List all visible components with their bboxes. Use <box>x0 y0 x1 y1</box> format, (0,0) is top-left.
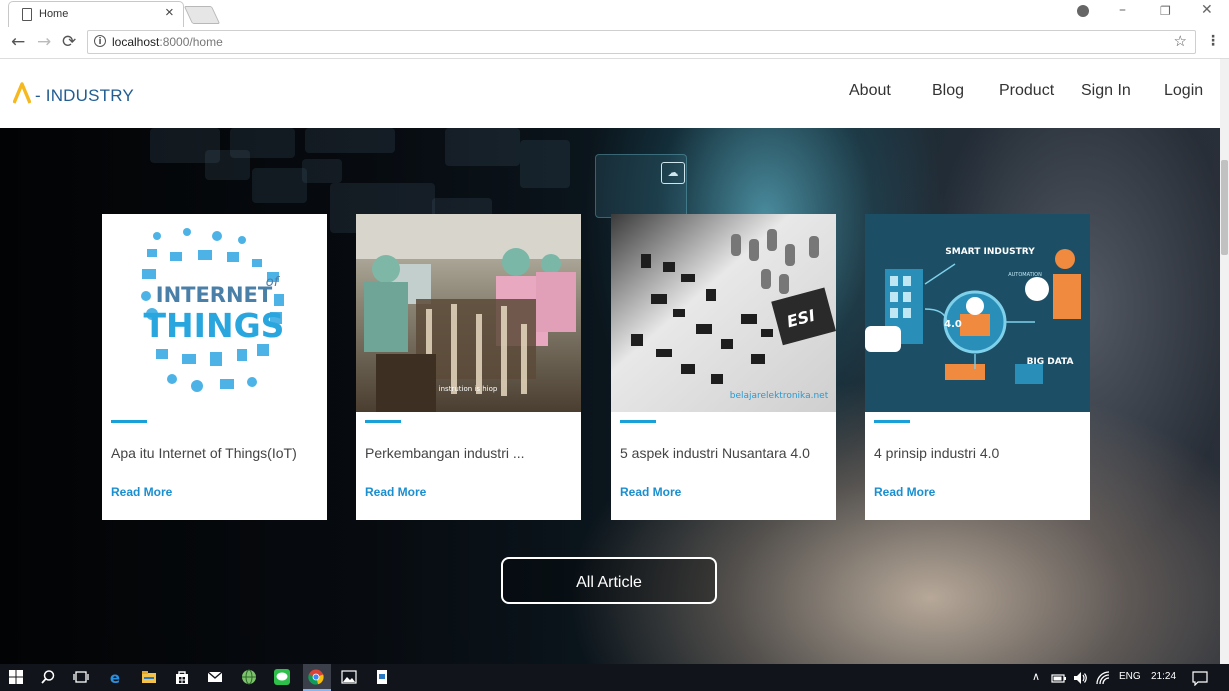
chrome-icon[interactable] <box>308 669 324 685</box>
card-accent-line <box>620 420 656 423</box>
reload-button[interactable]: ⟳ <box>62 32 76 52</box>
smart-version: 4.0 <box>944 319 962 330</box>
new-tab-button[interactable] <box>183 6 221 24</box>
forward-button[interactable]: → <box>37 32 51 52</box>
iot-word-things: THINGS <box>144 306 285 345</box>
back-button[interactable]: ← <box>11 32 25 52</box>
browser-tab-home[interactable]: Home × <box>8 1 184 28</box>
iot-word-internet: INTERNET <box>156 283 273 307</box>
notifications-icon[interactable] <box>1192 670 1208 686</box>
address-bar[interactable]: i localhost:8000/home ☆ <box>87 30 1196 54</box>
mail-icon[interactable] <box>207 669 223 685</box>
hero-decor-tile <box>520 140 570 188</box>
tab-title: Home <box>39 8 69 20</box>
cloud-icon: ☁ <box>661 162 685 184</box>
smart-industry-title: SMART INDUSTRY <box>945 247 1035 257</box>
minimize-button[interactable]: – <box>1119 2 1126 18</box>
page-viewport: - INDUSTRY About Blog Product Sign In Lo… <box>0 59 1220 664</box>
read-more-link[interactable]: Read More <box>620 485 681 499</box>
file-explorer-icon[interactable] <box>141 669 157 685</box>
card-image-iot: INTERNET of THINGS <box>102 214 327 412</box>
globe-app-icon[interactable] <box>241 669 257 685</box>
url-text[interactable]: localhost:8000/home <box>112 35 223 49</box>
read-more-link[interactable]: Read More <box>365 485 426 499</box>
read-more-link[interactable]: Read More <box>874 485 935 499</box>
nav-login[interactable]: Login <box>1164 82 1203 100</box>
scrollbar-thumb[interactable] <box>1221 160 1228 255</box>
card-image-smart-industry: SMART INDUSTRY BIG DATA AUTOMATION 4.0 <box>865 214 1090 412</box>
card-accent-line <box>365 420 401 423</box>
all-article-button[interactable]: All Article <box>501 557 717 604</box>
language-indicator[interactable]: ENG <box>1119 671 1141 682</box>
tab-close-icon[interactable]: × <box>165 4 174 21</box>
article-card[interactable]: SMART INDUSTRY BIG DATA AUTOMATION 4.0 4… <box>865 214 1090 520</box>
circuit-watermark: belajarelektronika.net <box>730 391 829 401</box>
article-card[interactable]: INTERNET of THINGS Apa itu Internet of T… <box>102 214 327 520</box>
site-header: - INDUSTRY About Blog Product Sign In Lo… <box>0 59 1220 129</box>
card-image-circuit: ESI belajarelektronika.net <box>611 214 836 412</box>
browser-menu-icon[interactable]: ⋮ <box>1206 33 1220 49</box>
hero-decor-tile <box>230 128 295 158</box>
volume-icon[interactable] <box>1072 670 1088 686</box>
smart-big-data: BIG DATA <box>1027 357 1074 367</box>
nav-about[interactable]: About <box>849 82 891 100</box>
bookmark-star-icon[interactable]: ☆ <box>1174 32 1187 50</box>
nav-product[interactable]: Product <box>999 82 1054 100</box>
wifi-icon[interactable] <box>1095 670 1111 686</box>
windows-taskbar: e ∧ ENG 21:24 <box>0 664 1229 691</box>
logo-text[interactable]: - INDUSTRY <box>35 86 134 106</box>
read-more-link[interactable]: Read More <box>111 485 172 499</box>
card-image-factory: instrution is hiop <box>356 214 581 412</box>
windows-start-icon[interactable] <box>8 669 24 685</box>
edge-browser-icon[interactable]: e <box>107 669 123 685</box>
svg-text:e: e <box>110 669 120 685</box>
search-icon[interactable] <box>40 669 56 685</box>
task-view-icon[interactable] <box>73 669 89 685</box>
nav-blog[interactable]: Blog <box>932 82 964 100</box>
hero-decor-tile <box>302 159 342 183</box>
browser-toolbar: ← → ⟳ i localhost:8000/home ☆ ⋮ <box>0 27 1229 59</box>
close-window-button[interactable]: ✕ <box>1201 2 1213 18</box>
card-accent-line <box>111 420 147 423</box>
card-title[interactable]: Apa itu Internet of Things(IoT) <box>111 445 297 461</box>
clock-time[interactable]: 21:24 <box>1151 671 1176 682</box>
browser-tab-strip: Home × – ❐ ✕ <box>0 0 1229 28</box>
photos-icon[interactable] <box>341 669 357 685</box>
article-card[interactable]: ESI belajarelektronika.net 5 aspek indus… <box>611 214 836 520</box>
smart-automation: AUTOMATION <box>1008 272 1042 278</box>
hero-decor-tile <box>252 168 307 203</box>
factory-caption: instrution is hiop <box>439 385 498 393</box>
chat-app-icon[interactable] <box>274 669 290 685</box>
profile-icon[interactable] <box>1077 5 1089 17</box>
page-scrollbar[interactable] <box>1220 59 1229 664</box>
restore-button[interactable]: ❐ <box>1160 4 1171 18</box>
page-icon <box>22 8 32 21</box>
store-icon[interactable] <box>174 669 190 685</box>
hero-decor-tile <box>445 128 520 166</box>
article-card[interactable]: instrution is hiop Perkembangan industri… <box>356 214 581 520</box>
site-info-icon[interactable]: i <box>94 35 106 47</box>
logo-icon[interactable] <box>13 82 31 104</box>
card-accent-line <box>874 420 910 423</box>
document-app-icon[interactable] <box>374 669 390 685</box>
card-title[interactable]: 5 aspek industri Nusantara 4.0 <box>620 445 810 461</box>
nav-sign-in[interactable]: Sign In <box>1081 82 1131 100</box>
battery-icon[interactable] <box>1051 670 1067 686</box>
hero-section: ☁ INTERNET of THINGS Apa itu Internet of… <box>0 128 1220 664</box>
hero-decor-tile <box>305 128 395 153</box>
card-title[interactable]: Perkembangan industri ... <box>365 445 525 461</box>
tray-expand-icon[interactable]: ∧ <box>1032 670 1040 683</box>
card-title[interactable]: 4 prinsip industri 4.0 <box>874 445 999 461</box>
